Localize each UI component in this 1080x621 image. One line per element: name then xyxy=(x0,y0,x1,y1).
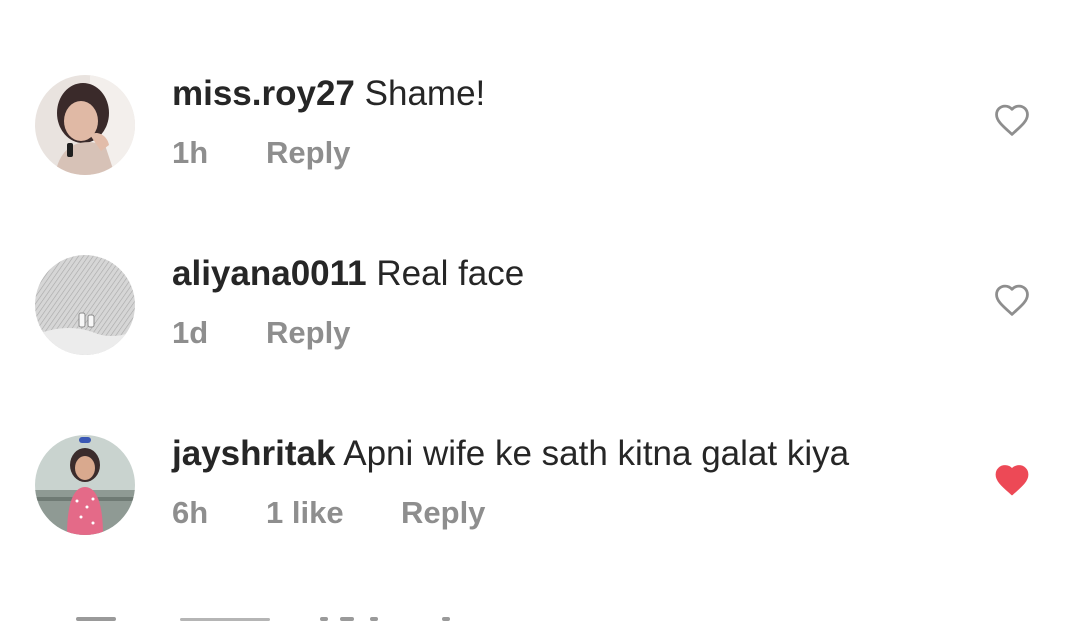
cropped-content-icon xyxy=(76,617,450,621)
comment-text: Apni wife ke sath kitna galat kiya xyxy=(343,434,850,473)
user-photo-avatar-icon xyxy=(35,75,135,175)
heart-outline-icon[interactable] xyxy=(993,103,1031,137)
heart-outline-icon[interactable] xyxy=(993,283,1031,317)
comment-meta: 6h 1 like Reply xyxy=(172,495,485,531)
comment-time: 1d xyxy=(172,315,209,350)
avatar[interactable] xyxy=(35,435,135,535)
comment-item: jayshritak Apni wife ke sath kitna galat… xyxy=(0,425,1080,545)
comment-username[interactable]: jayshritak xyxy=(172,434,335,473)
reply-button[interactable]: Reply xyxy=(266,315,350,351)
avatar[interactable] xyxy=(35,75,135,175)
comment-item: aliyana0011 Real face 1d Reply xyxy=(0,245,1080,365)
reply-button[interactable]: Reply xyxy=(266,135,350,171)
comment-item: miss.roy27 Shame! 1h Reply xyxy=(0,65,1080,185)
sketch-avatar-icon xyxy=(35,255,135,355)
comment-line: miss.roy27 Shame! xyxy=(172,74,485,114)
user-photo-avatar-icon xyxy=(35,435,135,535)
comment-time: 1h xyxy=(172,135,209,170)
next-comment-partial xyxy=(40,605,560,621)
comment-meta: 1h Reply xyxy=(172,135,350,171)
comment-username[interactable]: miss.roy27 xyxy=(172,74,355,113)
reply-button[interactable]: Reply xyxy=(401,495,485,531)
avatar[interactable] xyxy=(35,255,135,355)
comment-meta: 1d Reply xyxy=(172,315,350,351)
comment-likes[interactable]: 1 like xyxy=(266,495,401,531)
comment-text: Shame! xyxy=(364,74,486,113)
comment-username[interactable]: aliyana0011 xyxy=(172,254,367,293)
comment-text: Real face xyxy=(376,254,525,293)
comment-line: aliyana0011 Real face xyxy=(172,254,524,294)
comment-line: jayshritak Apni wife ke sath kitna galat… xyxy=(172,434,849,474)
heart-filled-icon[interactable] xyxy=(993,463,1031,497)
comment-time: 6h xyxy=(172,495,209,530)
